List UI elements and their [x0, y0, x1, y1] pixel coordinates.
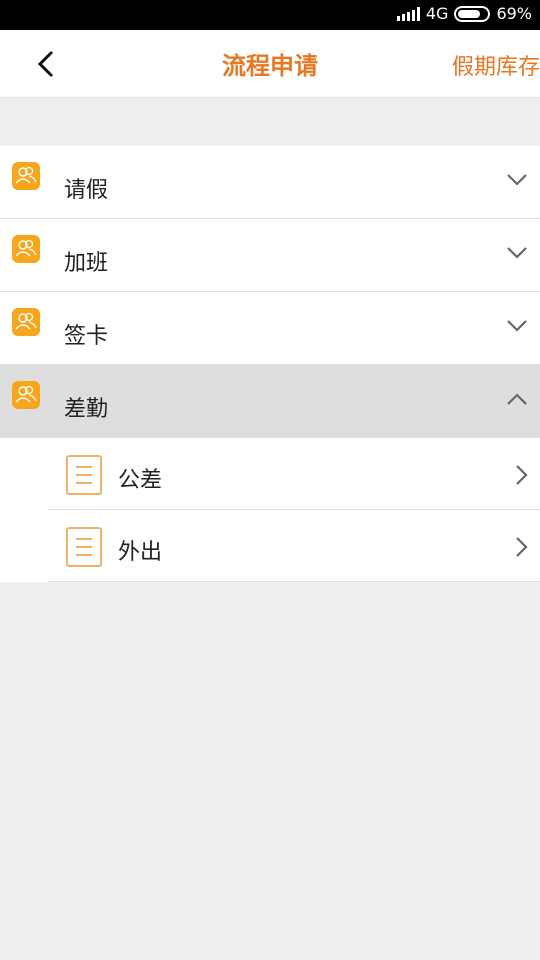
subitem-label: 公差 — [118, 468, 163, 493]
divider — [48, 581, 540, 582]
battery-icon — [454, 5, 491, 22]
people-icon — [12, 308, 40, 336]
chevron-up-icon — [507, 393, 527, 405]
category-row-sign-card[interactable]: 签卡 — [0, 292, 540, 365]
chevron-right-icon — [516, 537, 528, 557]
subitem-label: 外出 — [118, 540, 163, 565]
category-label: 签卡 — [64, 324, 109, 349]
status-indicators: 4G 69% — [396, 4, 532, 23]
category-label: 请假 — [64, 178, 109, 203]
category-row-overtime[interactable]: 加班 — [0, 219, 540, 292]
leave-balance-button[interactable]: 假期库存 — [452, 49, 540, 81]
chevron-right-icon — [516, 465, 528, 485]
category-label: 差勤 — [64, 397, 109, 422]
chevron-down-icon — [507, 247, 527, 259]
status-bar: 4G 69% — [0, 0, 540, 30]
document-icon — [66, 455, 102, 495]
category-label: 加班 — [64, 251, 109, 276]
network-type: 4G — [425, 4, 449, 23]
people-icon — [12, 235, 40, 263]
subitem-business-trip[interactable]: 公差 — [0, 438, 540, 510]
battery-percent: 69% — [496, 4, 532, 23]
chevron-down-icon — [507, 174, 527, 186]
people-icon — [12, 162, 40, 190]
category-row-attendance[interactable]: 差勤 — [0, 365, 540, 438]
chevron-down-icon — [507, 320, 527, 332]
subitem-going-out[interactable]: 外出 — [0, 510, 540, 582]
document-icon — [66, 527, 102, 567]
category-row-leave[interactable]: 请假 — [0, 146, 540, 219]
process-list: 请假 加班 签卡 差勤 公差 外出 — [0, 146, 540, 582]
signal-icon — [396, 6, 420, 21]
app-header: 流程申请 假期库存 — [0, 30, 540, 98]
people-icon — [12, 381, 40, 409]
